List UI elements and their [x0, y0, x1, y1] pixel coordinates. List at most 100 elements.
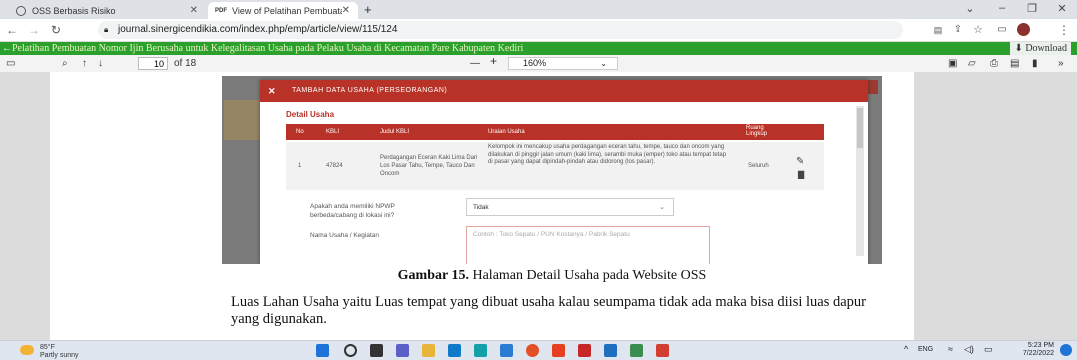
- new-tab-button[interactable]: +: [364, 2, 372, 17]
- weather-icon[interactable]: [20, 345, 34, 355]
- url-text: journal.sinergicendikia.com/index.php/em…: [118, 24, 398, 35]
- background-logo: [224, 100, 260, 140]
- embedded-screenshot: ✕ TAMBAH DATA USAHA (PERSEORANGAN) Detai…: [222, 76, 882, 264]
- reload-button[interactable]: ↻: [48, 22, 64, 38]
- tray-chevron-icon[interactable]: ^: [904, 344, 908, 354]
- npwp-select[interactable]: Tidak ⌄: [466, 198, 674, 216]
- find-icon[interactable]: ⌕: [62, 57, 68, 70]
- page-total: of 18: [174, 58, 197, 69]
- forward-button[interactable]: →: [26, 22, 42, 38]
- file-explorer-icon[interactable]: [422, 344, 435, 357]
- weather-widget[interactable]: 85°F Partly sunny: [40, 344, 79, 359]
- zoom-out-button[interactable]: —: [470, 57, 480, 70]
- app-icon[interactable]: [630, 344, 643, 357]
- modal-scrollbar-thumb[interactable]: [857, 108, 863, 148]
- close-window-button[interactable]: ✕: [1048, 2, 1076, 17]
- back-button[interactable]: ←: [4, 22, 20, 38]
- delete-icon[interactable]: ▇: [798, 170, 804, 179]
- zoom-select[interactable]: 160% ⌄: [508, 57, 618, 70]
- page-number-input[interactable]: [138, 57, 168, 70]
- language-indicator[interactable]: ENG: [918, 346, 933, 353]
- tab-title: OSS Berbasis Risiko: [32, 5, 116, 16]
- chevron-down-icon: ⌄: [659, 204, 665, 211]
- clock-date: 7/22/2022: [1022, 350, 1054, 357]
- volume-icon[interactable]: ◁): [964, 344, 974, 355]
- modal-dialog: ✕ TAMBAH DATA USAHA (PERSEORANGAN) Detai…: [260, 80, 868, 264]
- table-row: 1 47824 Perdagangan Eceran Kaki Lima Dar…: [286, 142, 824, 190]
- weather-temp: 85°F: [40, 344, 55, 351]
- close-tab-icon[interactable]: ✕: [342, 5, 350, 16]
- clock[interactable]: 5:23 PM 7/22/2022: [1010, 342, 1054, 358]
- share-icon[interactable]: ⇪: [950, 22, 966, 38]
- store-icon[interactable]: [500, 344, 513, 357]
- bookmark-star-icon[interactable]: ☆: [970, 22, 986, 38]
- figure-caption-text: Halaman Detail Usaha pada Website OSS: [468, 268, 707, 283]
- presentation-icon[interactable]: ▣: [948, 57, 957, 70]
- col-ruang: Ruang Lingkup: [746, 125, 768, 137]
- prev-page-icon[interactable]: ↑: [82, 57, 87, 70]
- col-no: No: [296, 129, 304, 135]
- profile-avatar[interactable]: [1017, 23, 1030, 36]
- npwp-select-value: Tidak: [473, 204, 489, 211]
- oss-icon: [16, 5, 26, 16]
- open-file-icon[interactable]: ▱: [968, 57, 976, 70]
- tab-title: View of Pelatihan Pembuatan No: [232, 5, 342, 16]
- taskbar: 85°F Partly sunny ^ ENG ≈ ◁) ▭ 5:23 PM 7…: [0, 340, 1077, 360]
- tab-strip: OSS Berbasis Risiko ✕ PDF View of Pelati…: [0, 0, 1077, 19]
- download-button[interactable]: ⬇ Download: [1010, 42, 1071, 55]
- col-judul: Judul KBLI: [380, 129, 410, 135]
- task-view-icon[interactable]: [370, 344, 383, 357]
- cell-ruang: Seluruh: [748, 163, 769, 169]
- photos-icon[interactable]: [578, 344, 591, 357]
- notification-icon[interactable]: [1060, 344, 1072, 356]
- modal-header: ✕ TAMBAH DATA USAHA (PERSEORANGAN): [260, 80, 868, 102]
- edge-icon[interactable]: [448, 344, 461, 357]
- minimize-button[interactable]: –: [988, 2, 1016, 17]
- wifi-icon[interactable]: ≈: [948, 344, 953, 354]
- article-title: Pelatihan Pembuatan Nomor Ijin Berusaha …: [12, 43, 524, 54]
- close-tab-icon[interactable]: ✕: [190, 5, 198, 16]
- mail-icon[interactable]: [604, 344, 617, 357]
- weather-desc: Partly sunny: [40, 352, 79, 359]
- col-kbli: KBLI: [326, 129, 340, 135]
- sidepanel-icon[interactable]: ▭: [994, 22, 1010, 38]
- col-uraian: Uraian Usaha: [488, 129, 525, 135]
- search-icon[interactable]: [344, 344, 357, 357]
- next-page-icon[interactable]: ↓: [98, 57, 103, 70]
- cell-uraian: Kelompok ini mencakup usaha perdagangan …: [488, 144, 727, 165]
- url-field[interactable]: 🔒︎ journal.sinergicendikia.com/index.php…: [98, 21, 903, 39]
- pdf-toolbar: ▭ ⌕ ↑ ↓ of 18 — + 160% ⌄ ▣ ▱ ⎙ ▤ ▮ »: [0, 55, 1077, 73]
- save-icon[interactable]: ▤: [1010, 57, 1019, 70]
- maximize-button[interactable]: ❐: [1018, 2, 1046, 17]
- zoom-in-button[interactable]: +: [490, 55, 497, 68]
- chat-icon[interactable]: [396, 344, 409, 357]
- print-icon[interactable]: ⎙: [990, 57, 998, 70]
- start-icon[interactable]: [316, 344, 329, 357]
- menu-icon[interactable]: ⋮: [1056, 22, 1072, 38]
- browser-icon[interactable]: [474, 344, 487, 357]
- pdf-icon: PDF: [215, 7, 227, 14]
- table-header: No KBLI Judul KBLI Uraian Usaha Ruang Li…: [286, 124, 824, 140]
- business-name-label: Nama Usaha / Kegiatan: [310, 232, 380, 239]
- media-icon[interactable]: [656, 344, 669, 357]
- tab-oss[interactable]: OSS Berbasis Risiko ✕: [8, 2, 206, 19]
- tab-pdf[interactable]: PDF View of Pelatihan Pembuatan No ✕: [208, 2, 358, 19]
- office-icon[interactable]: [552, 344, 565, 357]
- bookmark-icon[interactable]: ▮: [1032, 57, 1038, 70]
- address-bar-row: ← → ↻ 🔒︎ journal.sinergicendikia.com/ind…: [0, 19, 1077, 42]
- clock-time: 5:23 PM: [1027, 342, 1054, 349]
- more-tools-icon[interactable]: »: [1058, 57, 1064, 70]
- back-arrow-icon[interactable]: ←: [2, 42, 12, 55]
- battery-icon[interactable]: ▭: [984, 344, 993, 355]
- zoom-value: 160%: [523, 58, 547, 68]
- sidebar-toggle-icon[interactable]: ▭: [6, 57, 15, 70]
- reader-icon[interactable]: ▤: [930, 22, 946, 38]
- chrome-icon[interactable]: [526, 344, 539, 357]
- modal-title: TAMBAH DATA USAHA (PERSEORANGAN): [292, 87, 448, 94]
- tab-search-icon[interactable]: ⌄: [956, 2, 984, 17]
- cell-judul: Perdagangan Eceran Kaki Lima Dari Los Pa…: [380, 155, 478, 177]
- business-name-input[interactable]: Contoh : Toko Sepatu / PUN Kostanya / Pa…: [466, 226, 710, 264]
- lock-icon: 🔒︎: [104, 25, 109, 34]
- edit-icon[interactable]: ✎: [796, 156, 804, 167]
- close-icon[interactable]: ✕: [268, 80, 276, 102]
